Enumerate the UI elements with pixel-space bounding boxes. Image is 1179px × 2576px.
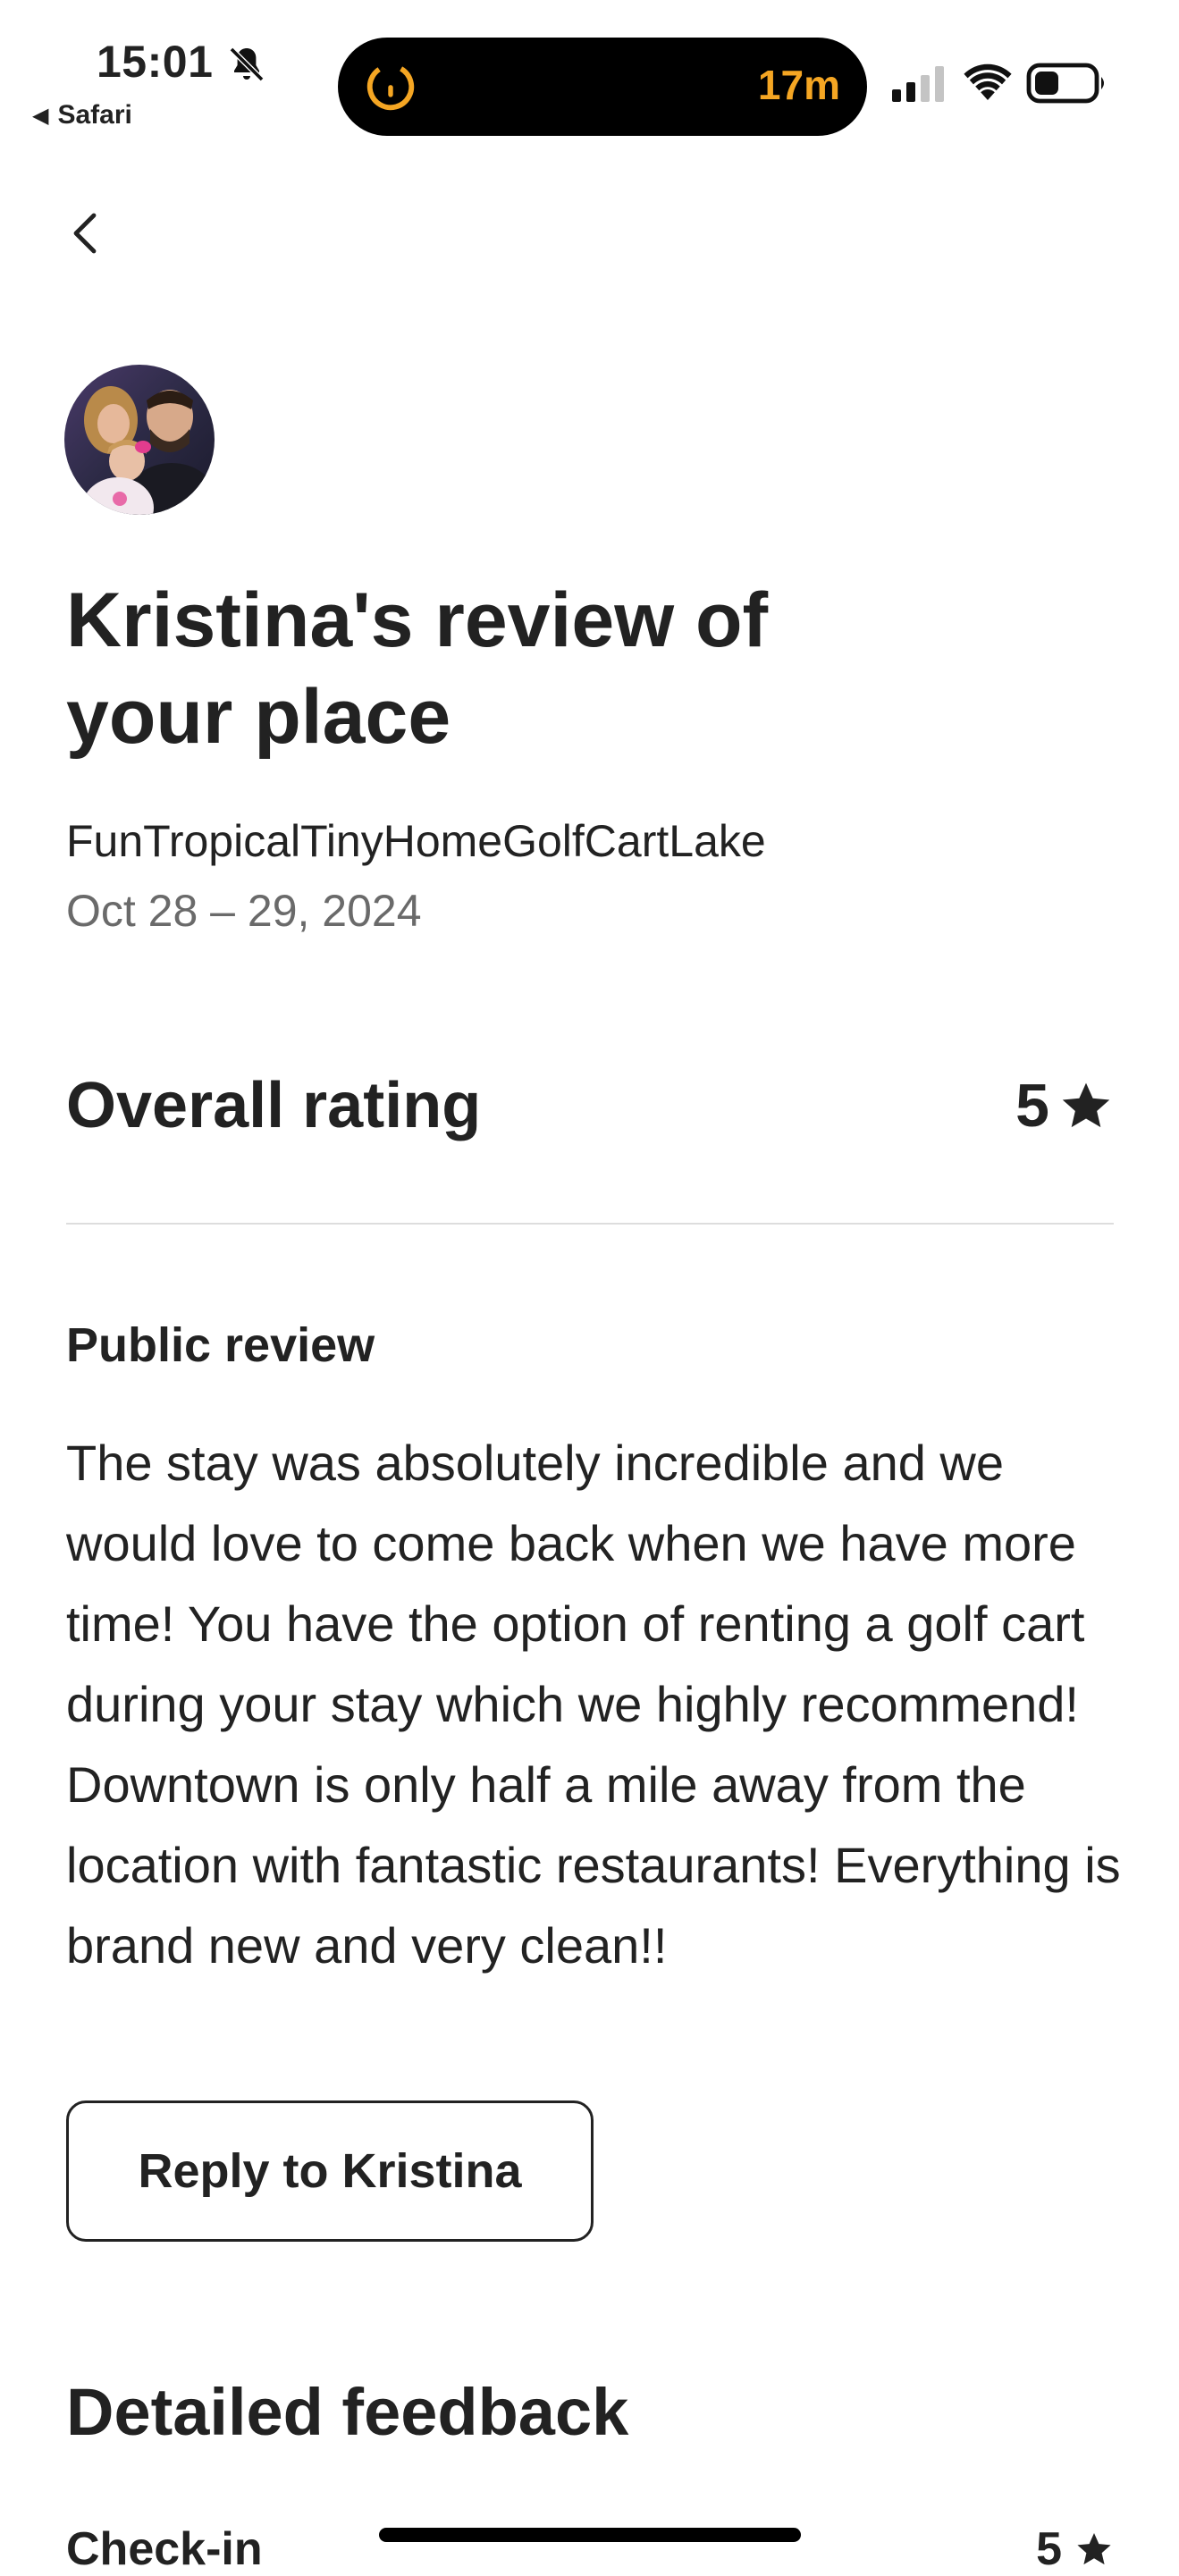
star-icon: [1077, 2533, 1111, 2565]
overall-rating-value: 5: [1015, 1071, 1114, 1141]
back-to-safari-link[interactable]: ◀ Safari: [32, 100, 132, 130]
feedback-label: Check-in: [66, 2523, 263, 2575]
back-app-label: Safari: [57, 100, 132, 130]
back-button[interactable]: [57, 202, 111, 265]
listing-name: FunTropicalTinyHomeGolfCartLake: [66, 816, 766, 866]
bell-slash-icon: [229, 46, 265, 82]
star-icon: [1062, 1082, 1110, 1128]
overall-rating-number: 5: [1015, 1072, 1049, 1140]
timer-icon: [366, 63, 415, 111]
reply-button[interactable]: Reply to Kristina: [66, 2100, 594, 2242]
feedback-value: 5: [1036, 2522, 1114, 2576]
home-indicator[interactable]: [379, 2528, 801, 2542]
dynamic-island[interactable]: 17m: [338, 38, 867, 136]
cellular-signal-icon: [892, 66, 944, 102]
stay-dates: Oct 28 – 29, 2024: [66, 886, 422, 936]
overall-rating-label: Overall rating: [66, 1070, 482, 1141]
page-title: Kristina's review of your place: [66, 577, 769, 760]
public-review-label: Public review: [66, 1318, 375, 1372]
public-review-text: The stay was absolutely incredible and w…: [66, 1435, 1121, 1974]
reviewer-avatar[interactable]: [64, 365, 215, 515]
back-triangle-icon: ◀: [32, 103, 49, 128]
status-bar: 15:01 ◀ Safari 17m: [0, 0, 1179, 152]
wifi-icon: [964, 63, 1012, 100]
section-divider: [66, 1223, 1114, 1225]
detailed-feedback-title: Detailed feedback: [66, 2375, 629, 2449]
overall-rating-row: Overall rating 5: [66, 1069, 1114, 1142]
status-time: 15:01: [97, 37, 214, 87]
island-timer-text: 17m: [757, 62, 840, 108]
battery-icon: [1026, 63, 1104, 104]
chevron-left-icon: [73, 213, 97, 254]
avatar-photo: [64, 365, 215, 515]
feedback-rating-number: 5: [1036, 2523, 1062, 2575]
